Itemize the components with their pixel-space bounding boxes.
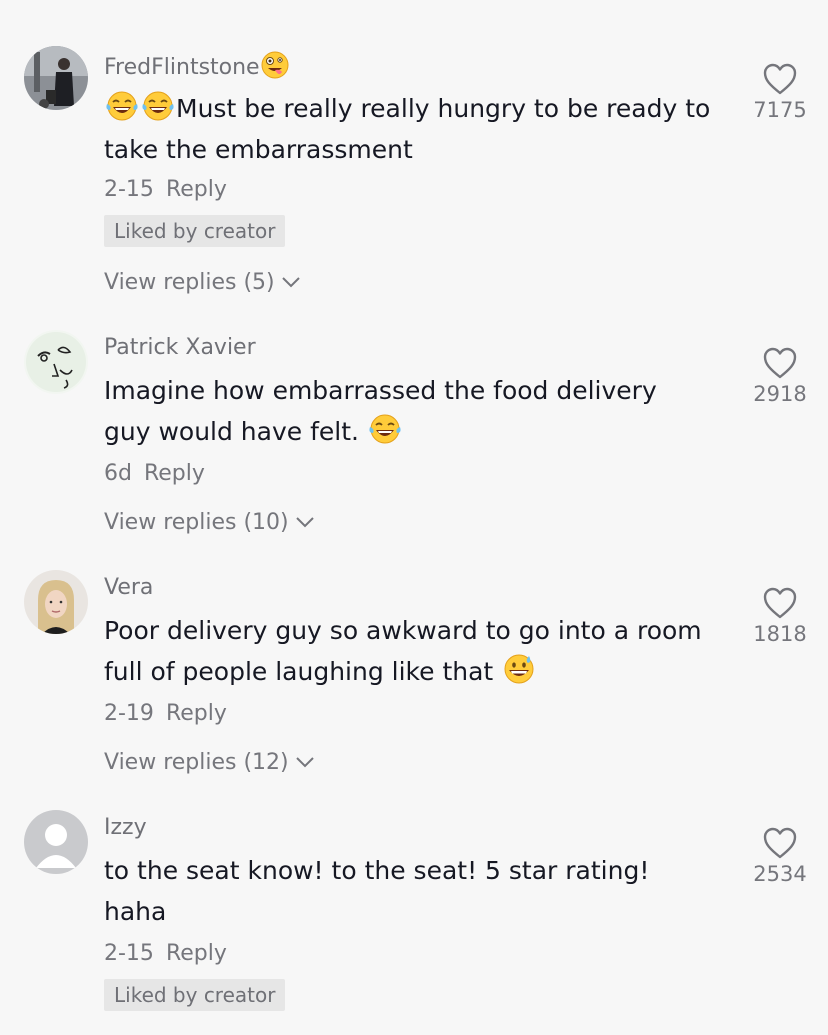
reply-button[interactable]: Reply <box>144 461 205 486</box>
view-replies-label: View replies (10) <box>104 510 289 535</box>
heart-icon <box>763 63 797 95</box>
comment-meta: 2-15 Reply <box>104 940 227 968</box>
comment-text: Poor delivery guy so awkward to go into … <box>104 610 704 692</box>
comment-text: Must be really really hungry to be ready… <box>104 88 714 170</box>
reply-button[interactable]: Reply <box>166 941 227 966</box>
comment-date: 2-15 <box>104 177 154 202</box>
view-replies-button[interactable]: View replies (12) <box>104 749 315 777</box>
like-count: 2534 <box>753 862 807 886</box>
grinning-sweat-icon <box>501 652 537 686</box>
chevron-down-icon <box>295 509 315 537</box>
like-count: 2918 <box>753 382 807 406</box>
username-text: FredFlintstone <box>104 55 260 80</box>
comment-date: 2-19 <box>104 701 154 726</box>
avatar[interactable] <box>24 570 88 634</box>
comment-body: to the seat know! to the seat! 5 star ra… <box>104 856 650 926</box>
liked-by-creator-badge: Liked by creator <box>104 979 286 1011</box>
heart-icon <box>763 347 797 379</box>
comment-date: 6d <box>104 461 132 486</box>
chevron-down-icon <box>281 269 301 297</box>
comment-username[interactable]: FredFlintstone <box>104 50 290 82</box>
zany-face-icon <box>260 50 290 80</box>
view-replies-button[interactable]: View replies (5) <box>104 269 301 297</box>
comment-text: Imagine how embarrassed the food deliver… <box>104 370 704 452</box>
tears-of-joy-icon <box>367 412 403 446</box>
comment-username[interactable]: Patrick Xavier <box>104 334 256 362</box>
heart-icon <box>763 827 797 859</box>
view-replies-label: View replies (12) <box>104 750 289 775</box>
like-count: 7175 <box>753 98 807 122</box>
comment-body: Poor delivery guy so awkward to go into … <box>104 616 702 686</box>
like-button[interactable]: 1818 <box>735 586 825 646</box>
like-button[interactable]: 2534 <box>735 826 825 886</box>
like-count: 1818 <box>753 622 807 646</box>
comment-username[interactable]: Vera <box>104 574 153 602</box>
view-replies-label: View replies (5) <box>104 270 275 295</box>
comment-meta: 2-15 Reply <box>104 176 227 204</box>
comment-body: Must be really really hungry to be ready… <box>104 94 711 164</box>
comment-username[interactable]: Izzy <box>104 814 147 842</box>
liked-by-creator-badge: Liked by creator <box>104 215 286 247</box>
avatar[interactable] <box>24 810 88 874</box>
heart-icon <box>763 587 797 619</box>
comment-meta: 2-19 Reply <box>104 700 227 728</box>
reply-button[interactable]: Reply <box>166 177 227 202</box>
view-replies-button[interactable]: View replies (10) <box>104 509 315 537</box>
comment-date: 2-15 <box>104 941 154 966</box>
reply-button[interactable]: Reply <box>166 701 227 726</box>
like-button[interactable]: 7175 <box>735 62 825 122</box>
tears-of-joy-icon <box>140 89 176 123</box>
comment-text: to the seat know! to the seat! 5 star ra… <box>104 850 704 932</box>
chevron-down-icon <box>295 749 315 777</box>
like-button[interactable]: 2918 <box>735 346 825 406</box>
tears-of-joy-icon <box>104 89 140 123</box>
avatar[interactable] <box>24 46 88 110</box>
comment-meta: 6d Reply <box>104 460 205 488</box>
avatar[interactable] <box>24 330 88 394</box>
